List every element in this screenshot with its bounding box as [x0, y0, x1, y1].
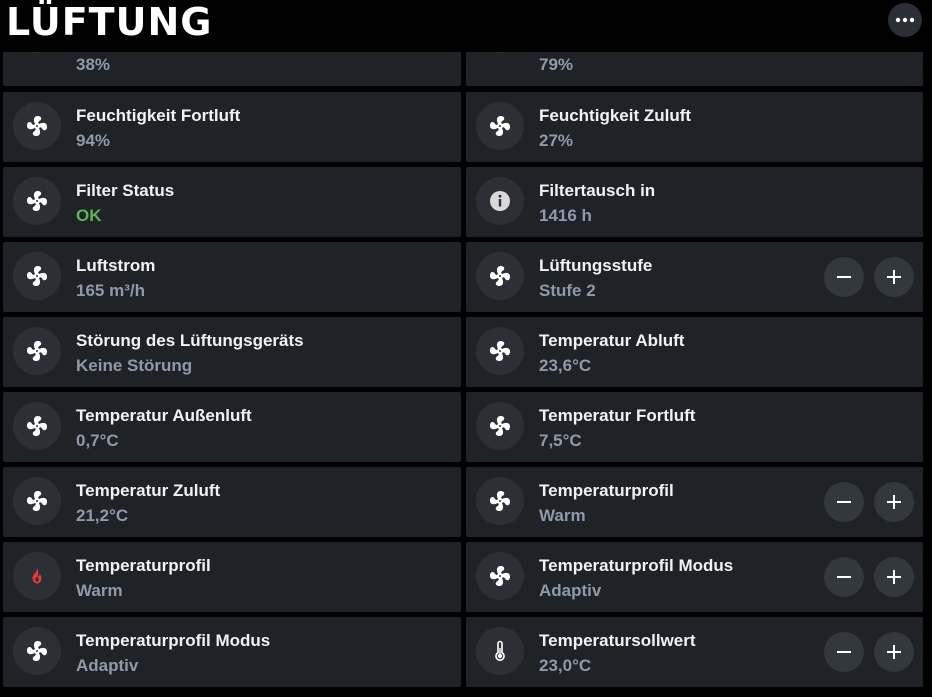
entity-card-temperatur-zuluft[interactable]: Temperatur Zuluft 21,2°C: [3, 467, 461, 537]
entity-value: 7,5°C: [539, 431, 582, 450]
fan-icon: [476, 252, 524, 300]
page-title: LÜFTUNG: [6, 0, 213, 44]
entity-label: Filtertausch in: [539, 181, 656, 200]
entity-card-luftstrom[interactable]: Luftstrom 165 m³/h: [3, 242, 461, 312]
entity-value: Warm: [539, 506, 586, 525]
entity-card-feuchtigkeit-zuluft[interactable]: Feuchtigkeit Zuluft 27%: [466, 92, 923, 162]
increase-button[interactable]: [874, 557, 914, 597]
entity-label: Filter Status: [76, 181, 175, 200]
entity-value: 1416 h: [539, 206, 592, 225]
fan-icon: [13, 327, 61, 375]
plus-icon: [887, 270, 901, 284]
entity-card-temperaturprofil-modus-select[interactable]: Temperaturprofil Modus Adaptiv: [466, 542, 923, 612]
entity-label: Luftstrom: [76, 256, 156, 275]
entity-label: Störung des Lüftungsgeräts: [76, 331, 304, 350]
entity-card-temperaturprofil-modus[interactable]: Temperaturprofil Modus Adaptiv: [3, 617, 461, 687]
more-options-button[interactable]: [888, 3, 922, 37]
entity-card-feuchtigkeit-fortluft[interactable]: Feuchtigkeit Fortluft 94%: [3, 92, 461, 162]
entity-value-status-ok: OK: [76, 206, 102, 225]
entity-card-stoerung[interactable]: Störung des Lüftungsgeräts Keine Störung: [3, 317, 461, 387]
entity-value: 27%: [539, 131, 574, 150]
entity-card-filtertausch[interactable]: Filtertausch in 1416 h: [466, 167, 923, 237]
entity-label: Temperatur Zuluft: [76, 481, 221, 500]
fan-icon: [13, 102, 61, 150]
entity-card-temperatur-fortluft[interactable]: Temperatur Fortluft 7,5°C: [466, 392, 923, 462]
header: LÜFTUNG: [0, 0, 932, 52]
minus-icon: [837, 651, 851, 653]
decrease-button[interactable]: [824, 257, 864, 297]
fan-icon: [476, 102, 524, 150]
entity-label: Temperatur Abluft: [539, 331, 685, 350]
decrease-button[interactable]: [824, 557, 864, 597]
increase-button[interactable]: [874, 257, 914, 297]
entity-value: Keine Störung: [76, 356, 193, 375]
entity-value: 165 m³/h: [76, 281, 145, 300]
minus-icon: [837, 576, 851, 578]
minus-icon: [837, 501, 851, 503]
fan-icon: [13, 177, 61, 225]
entity-value: Adaptiv: [539, 581, 602, 600]
entity-card-temperatur-aussenluft[interactable]: Temperatur Außenluft 0,7°C: [3, 392, 461, 462]
entity-label: Feuchtigkeit Fortluft: [76, 106, 241, 125]
minus-icon: [837, 276, 851, 278]
entity-card-filter-status[interactable]: Filter Status OK: [3, 167, 461, 237]
fan-icon: [13, 627, 61, 675]
info-icon: [476, 177, 524, 225]
entity-value: 23,6°C: [539, 356, 592, 375]
fan-icon: [13, 252, 61, 300]
fan-icon: [13, 402, 61, 450]
entity-value: 21,2°C: [76, 506, 129, 525]
plus-icon: [887, 645, 901, 659]
flame-icon: [13, 552, 61, 600]
entity-value: Stufe 2: [539, 281, 596, 300]
entity-label: Temperaturprofil Modus: [76, 631, 271, 650]
fan-icon: [13, 477, 61, 525]
entity-card-lueftungsstufe[interactable]: Lüftungsstufe Stufe 2: [466, 242, 923, 312]
entity-label: Temperatur Außenluft: [76, 406, 252, 425]
increase-button[interactable]: [874, 482, 914, 522]
entity-value: Warm: [76, 581, 123, 600]
entity-label: Temperatursollwert: [539, 631, 696, 650]
fan-icon: [476, 552, 524, 600]
fan-icon: [476, 327, 524, 375]
entity-label: Temperaturprofil: [76, 556, 211, 575]
plus-icon: [887, 495, 901, 509]
entity-value: 94%: [76, 131, 111, 150]
decrease-button[interactable]: [824, 482, 864, 522]
entity-value: 0,7°C: [76, 431, 119, 450]
more-horizontal-icon: [895, 17, 915, 23]
entity-card-temperatursollwert[interactable]: Temperatursollwert 23,0°C: [466, 617, 923, 687]
increase-button[interactable]: [874, 632, 914, 672]
entity-label: Temperaturprofil Modus: [539, 556, 734, 575]
entity-label: Lüftungsstufe: [539, 256, 653, 275]
entity-label: Feuchtigkeit Zuluft: [539, 106, 692, 125]
entity-value: 79%: [539, 55, 574, 74]
plus-icon: [887, 570, 901, 584]
thermometer-icon: [476, 627, 524, 675]
entity-card-temperatur-abluft[interactable]: Temperatur Abluft 23,6°C: [466, 317, 923, 387]
fan-icon: [476, 477, 524, 525]
fan-icon: [476, 402, 524, 450]
entity-label: Temperaturprofil: [539, 481, 674, 500]
entity-label: Temperatur Fortluft: [539, 406, 696, 425]
entity-card-temperaturprofil[interactable]: Temperaturprofil Warm: [3, 542, 461, 612]
entity-value: 38%: [76, 55, 111, 74]
entity-value: 23,0°C: [539, 656, 592, 675]
decrease-button[interactable]: [824, 632, 864, 672]
entity-value: Adaptiv: [76, 656, 139, 675]
entity-card-temperaturprofil-select[interactable]: Temperaturprofil Warm: [466, 467, 923, 537]
